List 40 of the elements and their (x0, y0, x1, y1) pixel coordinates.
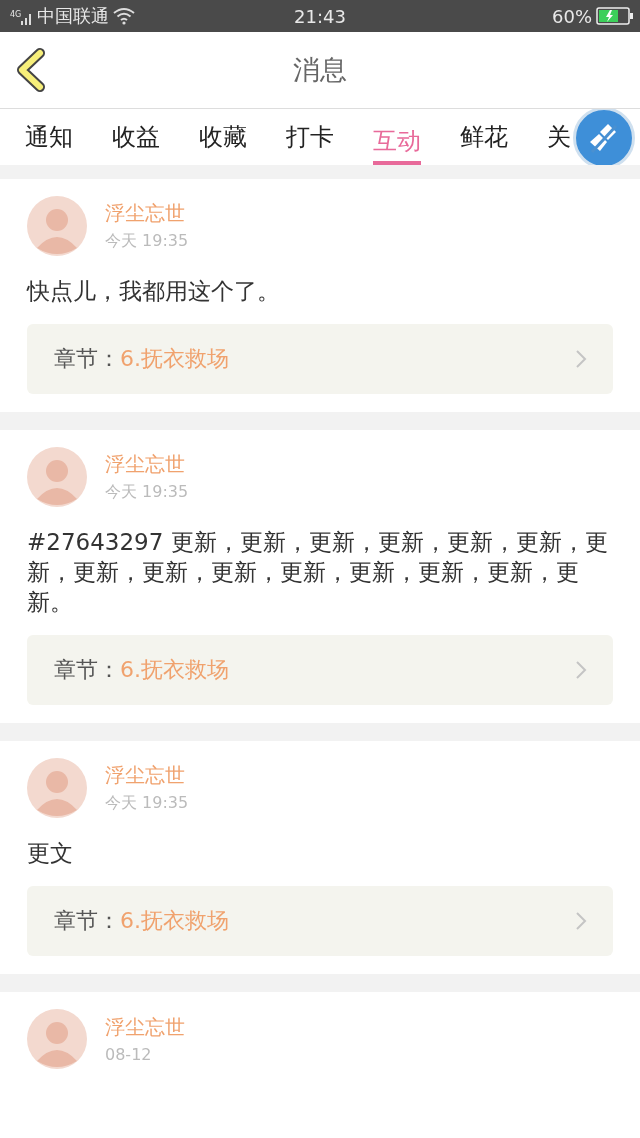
chevron-icon (575, 660, 587, 680)
signal-icon (21, 13, 34, 25)
tab[interactable]: 通知 (25, 113, 73, 161)
chapter-link[interactable]: 章节：6.抚衣救场 (27, 635, 613, 705)
back-icon (14, 48, 48, 92)
message-text: #27643297 更新，更新，更新，更新，更新，更新，更新，更新，更新，更新，更新，更新，更新，更新，更新。 (27, 528, 609, 617)
message-text: 更文 (27, 839, 74, 868)
chapter-label: 章节： (54, 656, 120, 684)
chapter-label: 章节： (54, 907, 120, 935)
back-button[interactable] (14, 48, 48, 92)
avatar[interactable] (27, 196, 87, 256)
tab[interactable]: 收益 (112, 113, 160, 161)
chevron-icon (575, 349, 587, 369)
avatar[interactable] (27, 1009, 87, 1069)
chapter-title: 6.抚衣救场 (120, 907, 230, 935)
chapter-title: 6.抚衣救场 (120, 345, 230, 373)
message-time: 今天 19:35 (105, 482, 189, 503)
message-text: 快点儿，我都用这个了。 (27, 277, 281, 306)
clear-button[interactable] (573, 109, 635, 165)
chevron-icon (575, 911, 587, 931)
battery-icon (596, 7, 634, 25)
tab[interactable]: 关 (547, 113, 571, 161)
carrier-name: 中国联通 (37, 4, 110, 28)
chapter-label: 章节： (54, 345, 120, 373)
tab[interactable]: 鲜花 (460, 113, 508, 161)
message-time: 今天 19:35 (105, 793, 189, 814)
battery-percent: 60% (552, 5, 592, 27)
tab[interactable]: 打卡 (286, 113, 334, 161)
chapter-link[interactable]: 章节：6.抚衣救场 (27, 324, 613, 394)
message-time: 08-12 (105, 1045, 153, 1064)
chapter-title: 6.抚衣救场 (120, 656, 230, 684)
wifi-icon (113, 7, 136, 25)
network-type: 4G (10, 10, 22, 19)
message-time: 今天 19:35 (105, 231, 189, 252)
avatar[interactable] (27, 758, 87, 818)
page-title: 消息 (293, 53, 347, 87)
chapter-link[interactable]: 章节：6.抚衣救场 (27, 886, 613, 956)
clock: 21:43 (294, 5, 346, 27)
avatar[interactable] (27, 447, 87, 507)
tab[interactable]: 收藏 (199, 113, 247, 161)
